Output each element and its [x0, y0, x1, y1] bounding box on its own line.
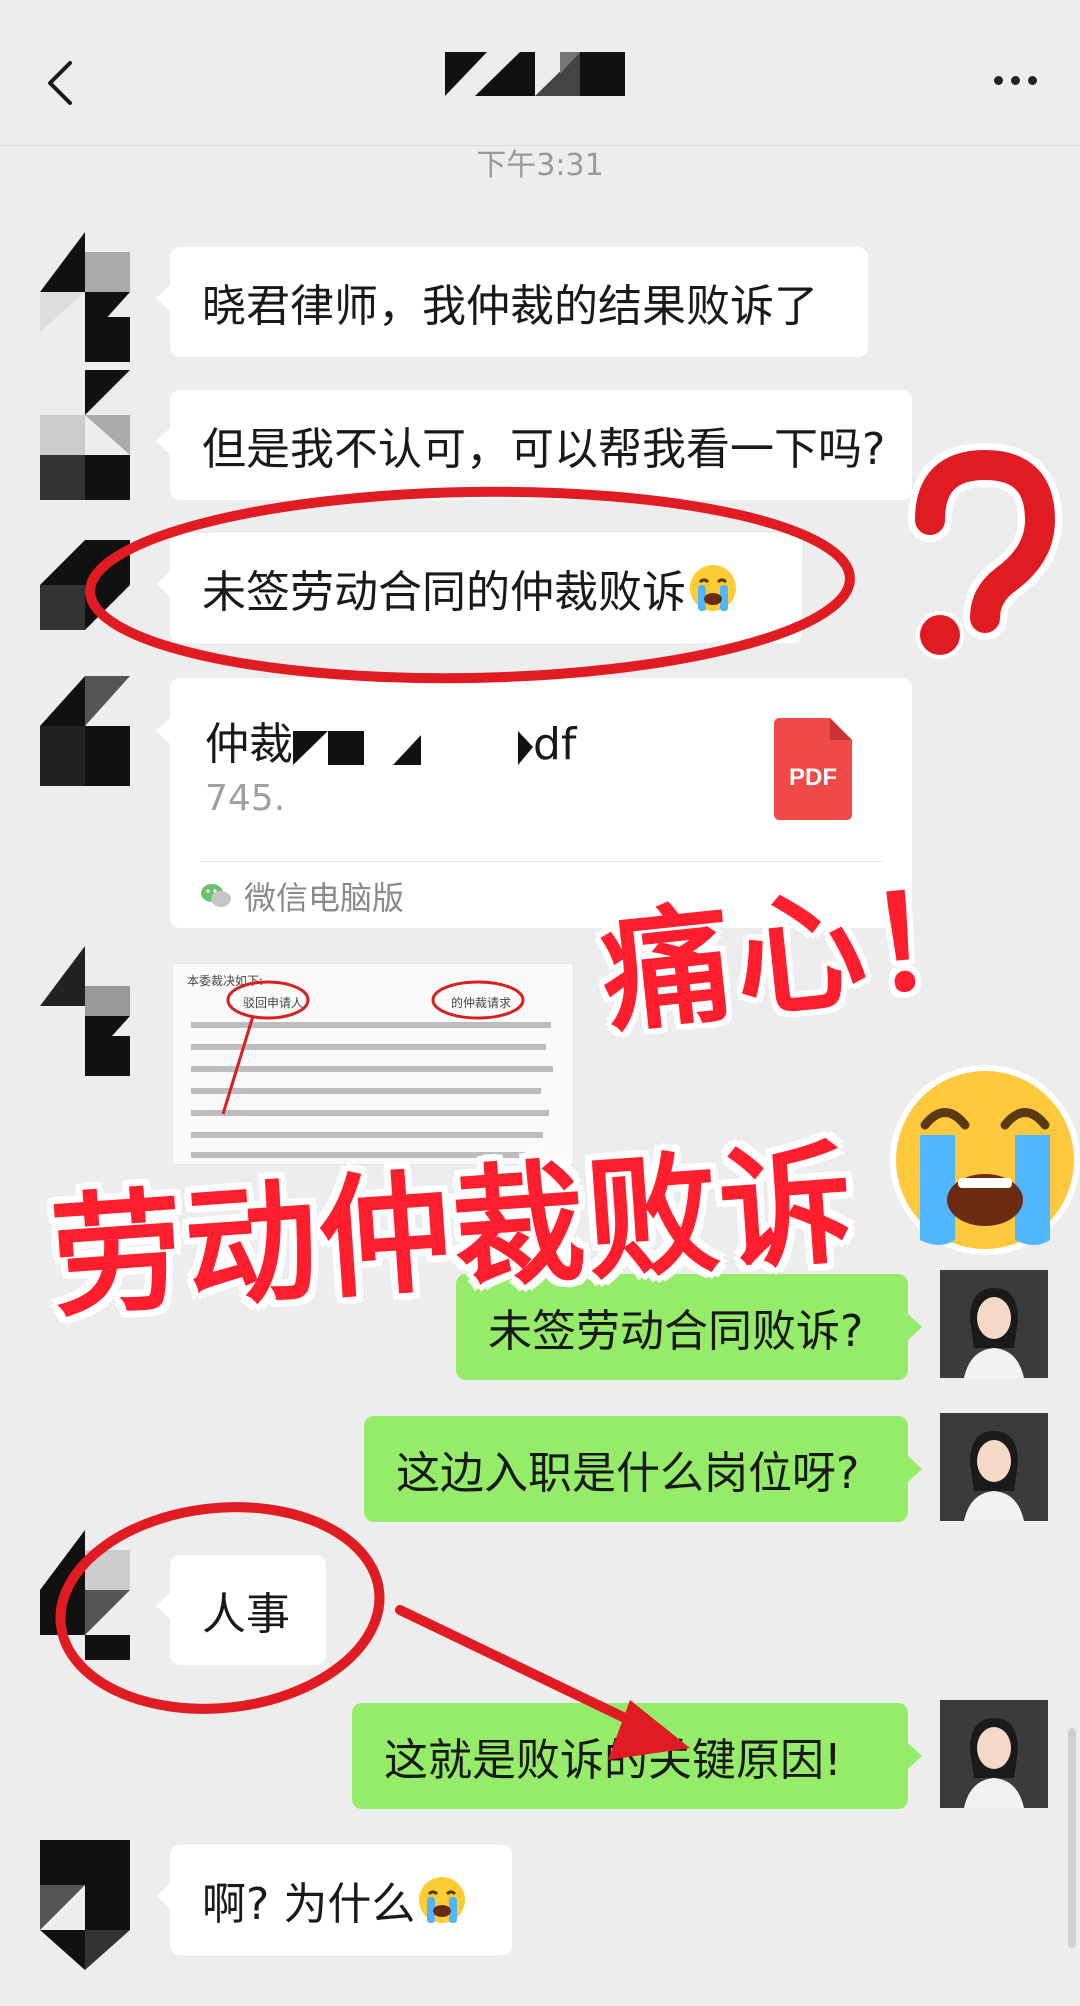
chat-screen: 下午3:31 晓君律师，我仲裁的结果败诉了 但是我不认可，可以帮我看一下吗? 未… — [0, 0, 1080, 2006]
red-arrow-icon — [395, 1605, 690, 1760]
scrollbar[interactable] — [1068, 1728, 1076, 1948]
crying-face-emoji-icon — [890, 1065, 1080, 1255]
question-mark-icon — [908, 442, 1063, 659]
highlight-ellipse — [85, 486, 855, 684]
highlight-ellipse — [55, 1502, 385, 1714]
